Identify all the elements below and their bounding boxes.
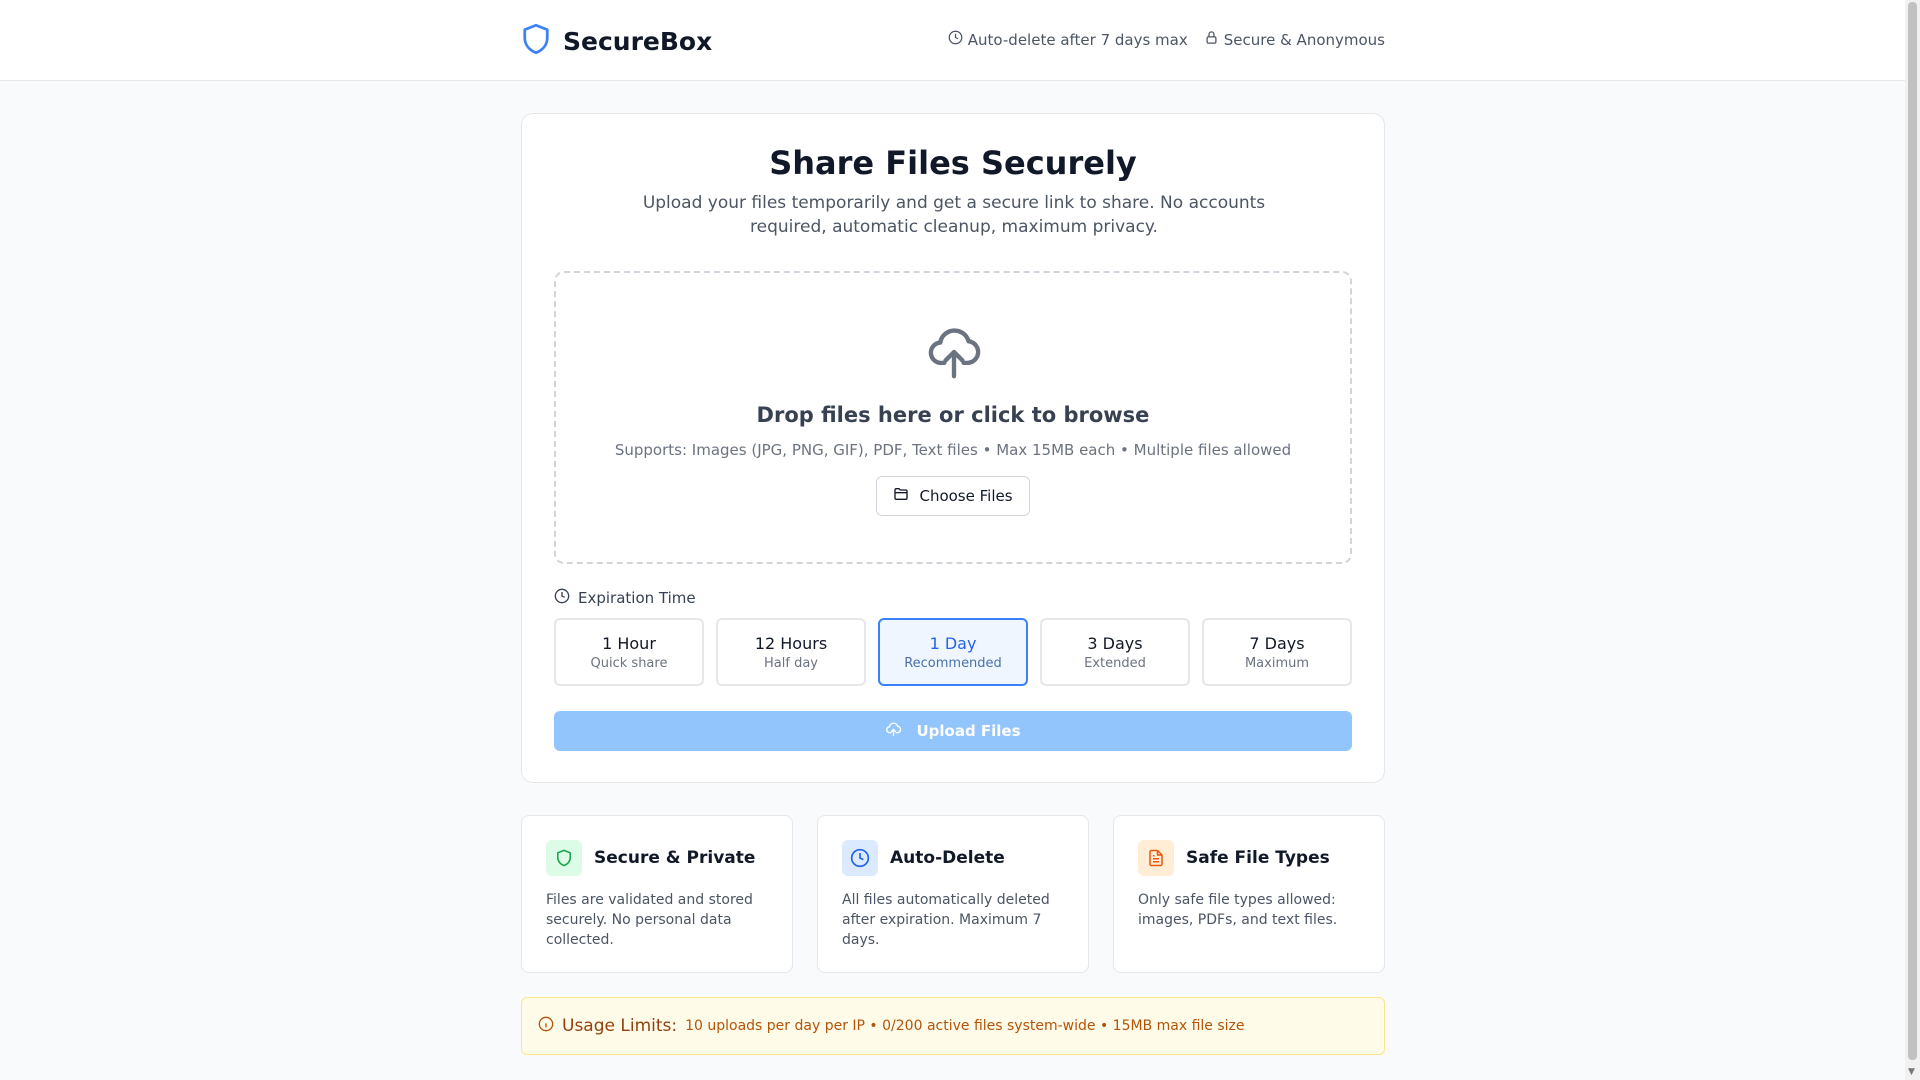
option-label: 12 Hours — [754, 633, 828, 653]
feature-desc: All files automatically deleted after ex… — [842, 892, 1050, 948]
page-subtitle: Upload your files temporarily and get a … — [642, 193, 1266, 237]
auto-delete-note: Auto-delete after 7 days max — [948, 30, 1188, 49]
upload-files-label: Upload Files — [916, 722, 1021, 740]
features: Secure & Private Files are validated and… — [521, 815, 1385, 973]
feature-auto-delete: Auto-Delete All files automatically dele… — [817, 815, 1089, 973]
brand-name: SecureBox — [563, 26, 713, 56]
file-text-icon — [1138, 840, 1174, 876]
header-meta: Auto-delete after 7 days max Secure & An… — [948, 30, 1385, 49]
option-label: 3 Days — [1087, 633, 1143, 653]
option-sub: Recommended — [904, 655, 1002, 671]
feature-desc: Files are validated and stored securely.… — [546, 892, 753, 948]
option-sub: Half day — [764, 655, 818, 671]
feature-title: Secure & Private — [594, 848, 756, 868]
dropzone-title: Drop files here or click to browse — [756, 403, 1150, 427]
option-sub: Extended — [1084, 655, 1146, 671]
expiration-option-7-days[interactable]: 7 Days Maximum — [1202, 618, 1352, 686]
expiration-option-1-hour[interactable]: 1 Hour Quick share — [554, 618, 704, 686]
clock-icon — [554, 588, 570, 608]
cloud-upload-icon — [923, 323, 985, 385]
scrollbar-thumb[interactable] — [1908, 2, 1917, 1060]
feature-title: Auto-Delete — [890, 848, 1005, 868]
feature-desc: Only safe file types allowed: images, PD… — [1138, 892, 1338, 928]
usage-limits-label: Usage Limits: — [562, 1016, 678, 1036]
option-sub: Quick share — [590, 655, 668, 671]
option-label: 1 Day — [929, 633, 977, 653]
feature-secure-private: Secure & Private Files are validated and… — [521, 815, 793, 973]
expiration-option-3-days[interactable]: 3 Days Extended — [1040, 618, 1190, 686]
upload-files-button[interactable]: Upload Files — [554, 711, 1352, 751]
lock-icon — [1204, 30, 1219, 49]
shield-icon — [521, 22, 551, 60]
clock-icon — [842, 840, 878, 876]
shield-icon — [546, 840, 582, 876]
choose-files-label: Choose Files — [919, 487, 1013, 505]
dropzone-support: Supports: Images (JPG, PNG, GIF), PDF, T… — [614, 441, 1292, 459]
expiration-options: 1 Hour Quick share 12 Hours Half day 1 D… — [554, 618, 1352, 686]
upload-card: Share Files Securely Upload your files t… — [521, 113, 1385, 783]
expiration-option-1-day[interactable]: 1 Day Recommended — [878, 618, 1028, 686]
file-dropzone[interactable]: Drop files here or click to browse Suppo… — [554, 271, 1352, 564]
page-scrollbar[interactable]: ▼ — [1905, 0, 1920, 1080]
feature-title: Safe File Types — [1186, 848, 1330, 868]
usage-limits-text: 10 uploads per day per IP • 0/200 active… — [685, 1018, 1245, 1034]
secure-note: Secure & Anonymous — [1204, 30, 1385, 49]
option-label: 1 Hour — [602, 633, 656, 653]
folder-icon — [893, 486, 909, 506]
cloud-upload-icon — [885, 721, 902, 742]
auto-delete-label: Auto-delete after 7 days max — [967, 30, 1188, 49]
page-title: Share Files Securely — [769, 144, 1137, 182]
secure-label: Secure & Anonymous — [1223, 30, 1385, 49]
option-sub: Maximum — [1244, 655, 1310, 671]
feature-safe-file-types: Safe File Types Only safe file types all… — [1113, 815, 1385, 973]
info-icon — [538, 1016, 554, 1036]
clock-icon — [948, 30, 963, 49]
choose-files-button[interactable]: Choose Files — [876, 476, 1030, 516]
expiration-option-12-hours[interactable]: 12 Hours Half day — [716, 618, 866, 686]
expiration-label-text: Expiration Time — [578, 589, 696, 607]
expiration-label: Expiration Time — [554, 588, 696, 608]
scroll-down-arrow-icon[interactable]: ▼ — [1908, 1067, 1915, 1077]
option-label: 7 Days — [1249, 633, 1305, 653]
usage-limits: Usage Limits: 10 uploads per day per IP … — [521, 997, 1385, 1055]
header: SecureBox Auto-delete after 7 days max S… — [0, 0, 1905, 81]
brand[interactable]: SecureBox — [521, 22, 712, 60]
